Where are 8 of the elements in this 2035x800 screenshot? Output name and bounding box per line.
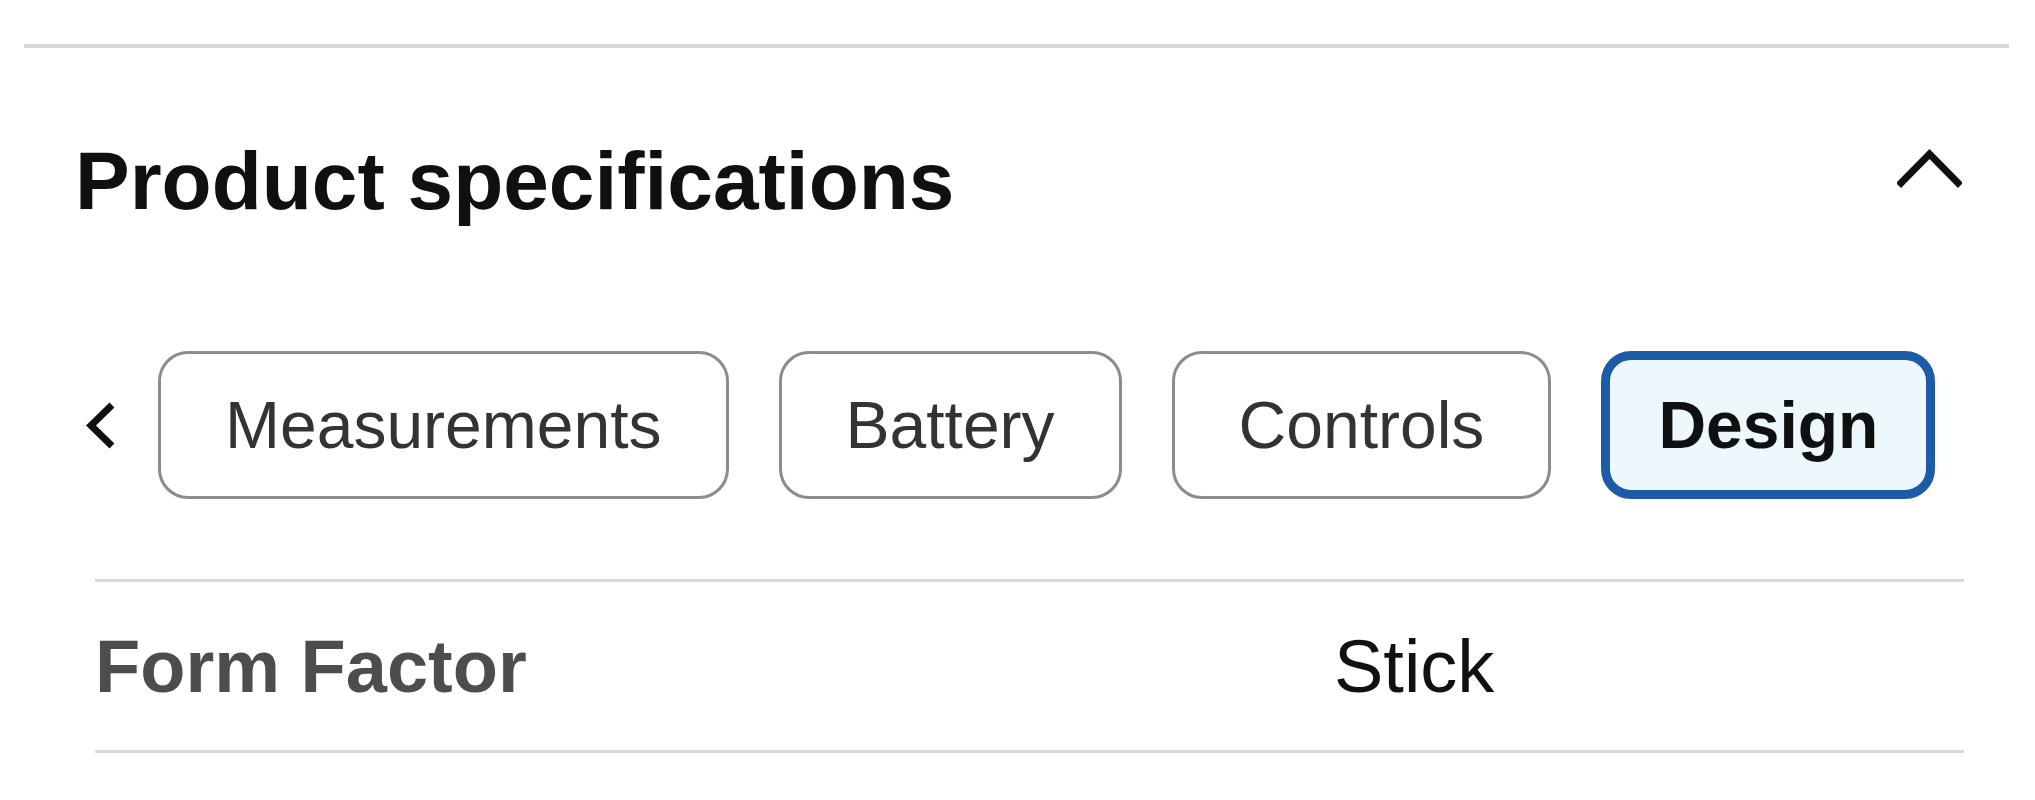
tab[interactable]: Measurements	[158, 351, 729, 499]
tab[interactable]: Battery	[778, 351, 1122, 499]
section-title: Product specifications	[75, 134, 955, 228]
spec-value: Stick	[1334, 623, 1495, 709]
tab[interactable]: Controls	[1171, 351, 1552, 499]
spec-label: Form Factor	[95, 623, 528, 709]
tab[interactable]: Design	[1601, 351, 1936, 499]
chevron-up-icon[interactable]	[1897, 147, 1962, 189]
